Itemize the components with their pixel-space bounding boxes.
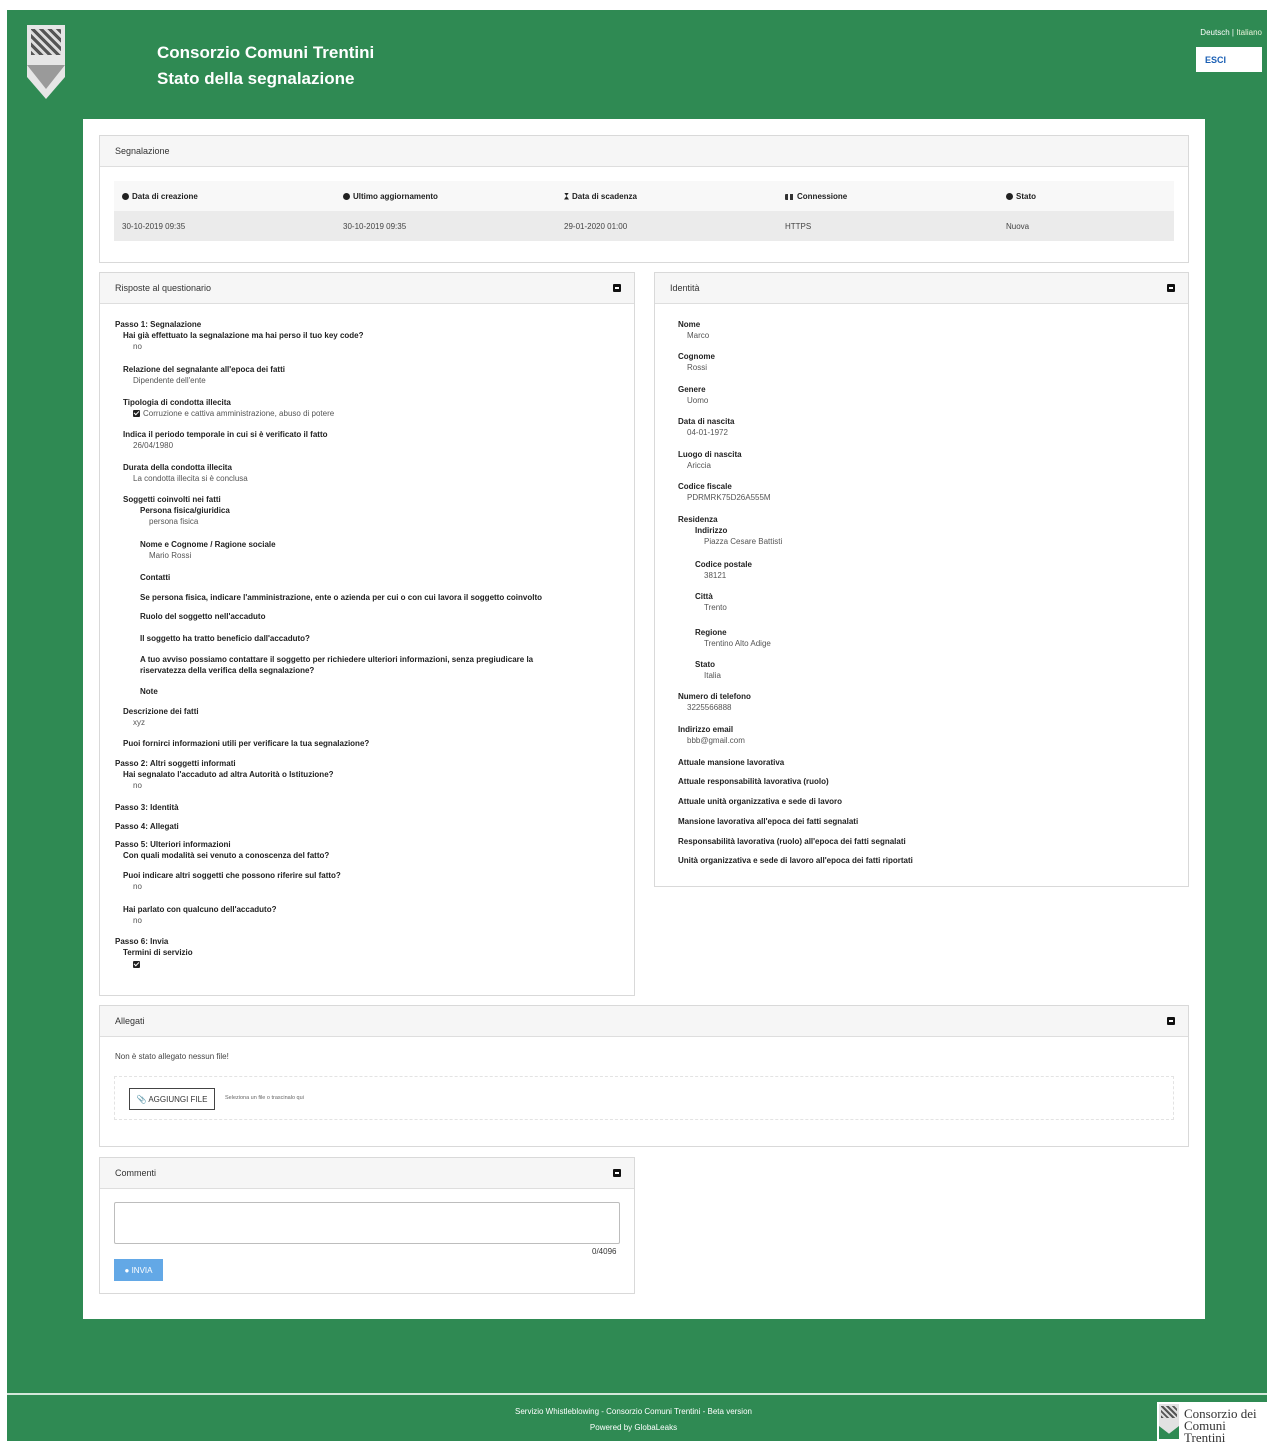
clock-icon: [122, 192, 129, 200]
commenti-header: Commenti: [100, 1158, 634, 1189]
allegati-header: Allegati: [100, 1006, 1188, 1037]
footer-logo: Consorzio dei Comuni Trentini: [1157, 1402, 1267, 1444]
identita-panel: Identità Nome Marco Cognome Rossi Genere Uo…: [654, 272, 1189, 887]
lang-de-link[interactable]: Deutsch: [1200, 28, 1229, 37]
page-title: Stato della segnalazione: [157, 69, 355, 88]
footer-powered: Powered by GlobaLeaks: [589, 1423, 678, 1432]
clock-icon: [343, 192, 350, 200]
lang-it-link[interactable]: Italiano: [1236, 28, 1262, 37]
network-icon: [785, 193, 794, 200]
segnalazione-header: Segnalazione: [100, 136, 1188, 167]
send-comment-button[interactable]: ● INVIA: [114, 1259, 163, 1281]
no-files-message: Non è stato allegato nessun file!: [115, 1052, 229, 1061]
table-row: 30-10-2019 09:35 30-10-2019 09:35 29-01-…: [114, 211, 1174, 241]
allegati-panel: Allegati Non è stato allegato nessun fil…: [99, 1005, 1189, 1147]
dropzone-hint: Seleziona un file o trascinalo qui: [225, 1095, 304, 1101]
collapse-icon[interactable]: [613, 1169, 621, 1177]
footer-text: Servizio Whistleblowing - Consorzio Comu…: [515, 1407, 752, 1416]
collapse-icon[interactable]: [613, 284, 621, 292]
org-name: Consorzio Comuni Trentini: [157, 43, 375, 62]
checkbox-icon: [133, 961, 140, 968]
comment-icon: ●: [124, 1265, 130, 1275]
questionario-header: Risposte al questionario: [100, 273, 634, 304]
commenti-panel: Commenti 0/4096 ● INVIA: [99, 1157, 635, 1294]
checkbox-icon: [133, 410, 140, 417]
status-icon: [1006, 192, 1013, 200]
language-selector: Deutsch | Italiano: [1200, 28, 1262, 37]
hourglass-icon: [564, 192, 569, 200]
questionario-panel: Risposte al questionario Passo 1: Segnal…: [99, 272, 635, 996]
identita-header: Identità: [655, 273, 1188, 304]
header-title: Consorzio Comuni Trentini Stato della se…: [157, 40, 374, 92]
char-counter: 0/4096: [592, 1247, 617, 1256]
footer-divider: [7, 1393, 1267, 1395]
comment-input[interactable]: [114, 1202, 620, 1244]
file-dropzone[interactable]: 📎 AGGIUNGI FILE Seleziona un file o tras…: [114, 1076, 1174, 1120]
segnalazione-panel: Segnalazione Data di creazione Ultimo ag…: [99, 135, 1189, 263]
collapse-icon[interactable]: [1167, 284, 1175, 292]
add-file-button[interactable]: 📎 AGGIUNGI FILE: [129, 1088, 215, 1110]
paperclip-icon: 📎: [136, 1094, 147, 1104]
collapse-icon[interactable]: [1167, 1017, 1175, 1025]
consorzio-logo: [27, 25, 65, 99]
logout-button[interactable]: ESCI: [1196, 47, 1262, 72]
main-container: Segnalazione Data di creazione Ultimo ag…: [83, 119, 1205, 1319]
segnalazione-table: Data di creazione Ultimo aggiornamento D…: [114, 181, 1174, 241]
